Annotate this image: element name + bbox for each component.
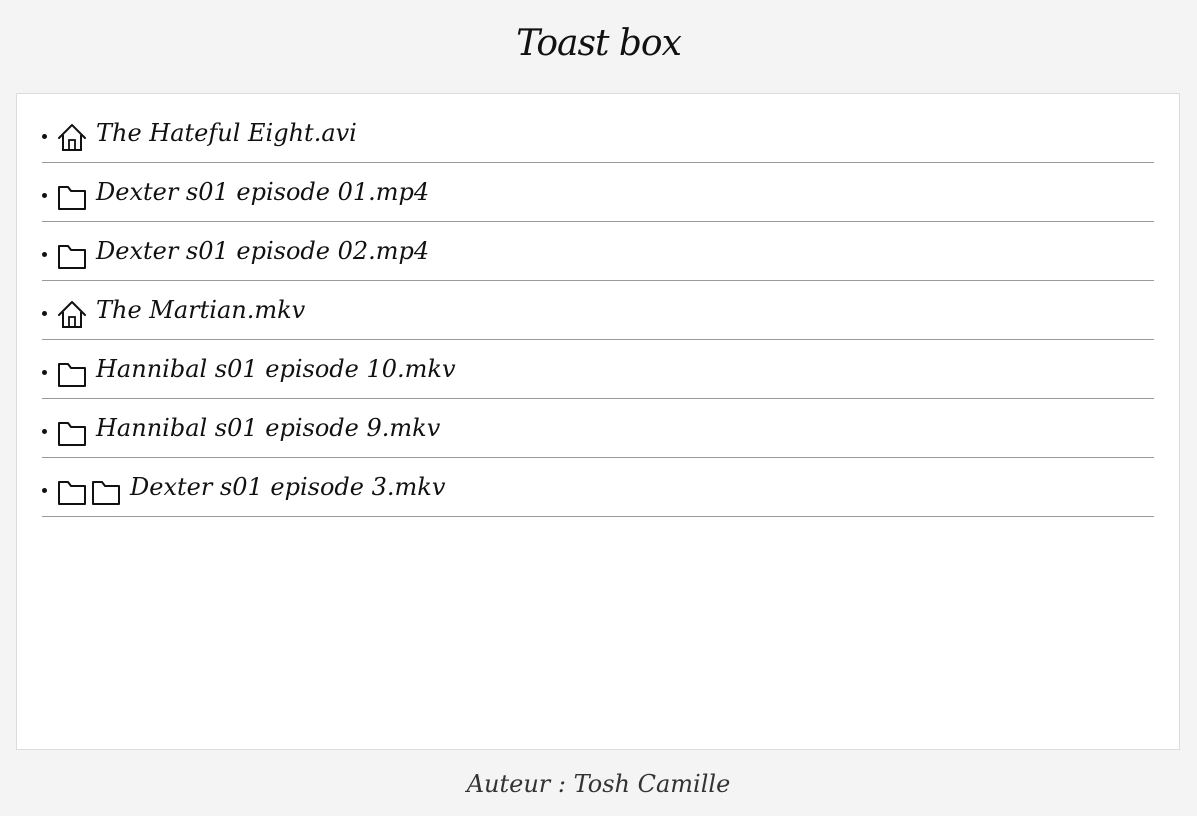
file-icons: [57, 476, 121, 506]
bullet-marker: [42, 252, 47, 257]
file-list: The Hateful Eight.avi Dexter s01 episode …: [42, 104, 1154, 517]
folder-icon: [57, 476, 87, 506]
bullet-marker: [42, 134, 47, 139]
file-name[interactable]: Hannibal s01 episode 9.mkv: [96, 413, 440, 443]
file-item[interactable]: The Martian.mkv: [42, 281, 1154, 340]
file-icons: [57, 299, 87, 329]
folder-icon: [91, 476, 121, 506]
folder-icon: [57, 417, 87, 447]
bullet-marker: [42, 429, 47, 434]
house-icon: [57, 122, 87, 152]
file-item[interactable]: Dexter s01 episode 3.mkv: [42, 458, 1154, 517]
file-name[interactable]: Hannibal s01 episode 10.mkv: [96, 354, 456, 384]
file-icons: [57, 417, 87, 447]
file-name[interactable]: The Martian.mkv: [96, 295, 305, 325]
folder-icon: [57, 181, 87, 211]
file-icons: [57, 122, 87, 152]
file-item[interactable]: Dexter s01 episode 02.mp4: [42, 222, 1154, 281]
file-icons: [57, 181, 87, 211]
file-item[interactable]: Hannibal s01 episode 10.mkv: [42, 340, 1154, 399]
bullet-marker: [42, 370, 47, 375]
folder-icon: [57, 358, 87, 388]
bullet-marker: [42, 488, 47, 493]
file-icons: [57, 358, 87, 388]
folder-icon: [57, 240, 87, 270]
file-list-panel: The Hateful Eight.avi Dexter s01 episode …: [16, 93, 1180, 750]
house-icon: [57, 299, 87, 329]
bullet-marker: [42, 193, 47, 198]
author-credit: Auteur : Tosh Camille: [466, 770, 731, 798]
page-title: Toast box: [516, 23, 682, 64]
file-name[interactable]: Dexter s01 episode 3.mkv: [130, 472, 445, 502]
file-item[interactable]: Dexter s01 episode 01.mp4: [42, 163, 1154, 222]
bullet-marker: [42, 311, 47, 316]
file-name[interactable]: The Hateful Eight.avi: [96, 118, 357, 148]
file-name[interactable]: Dexter s01 episode 02.mp4: [96, 236, 429, 266]
file-name[interactable]: Dexter s01 episode 01.mp4: [96, 177, 429, 207]
file-item[interactable]: The Hateful Eight.avi: [42, 104, 1154, 163]
file-item[interactable]: Hannibal s01 episode 9.mkv: [42, 399, 1154, 458]
file-icons: [57, 240, 87, 270]
